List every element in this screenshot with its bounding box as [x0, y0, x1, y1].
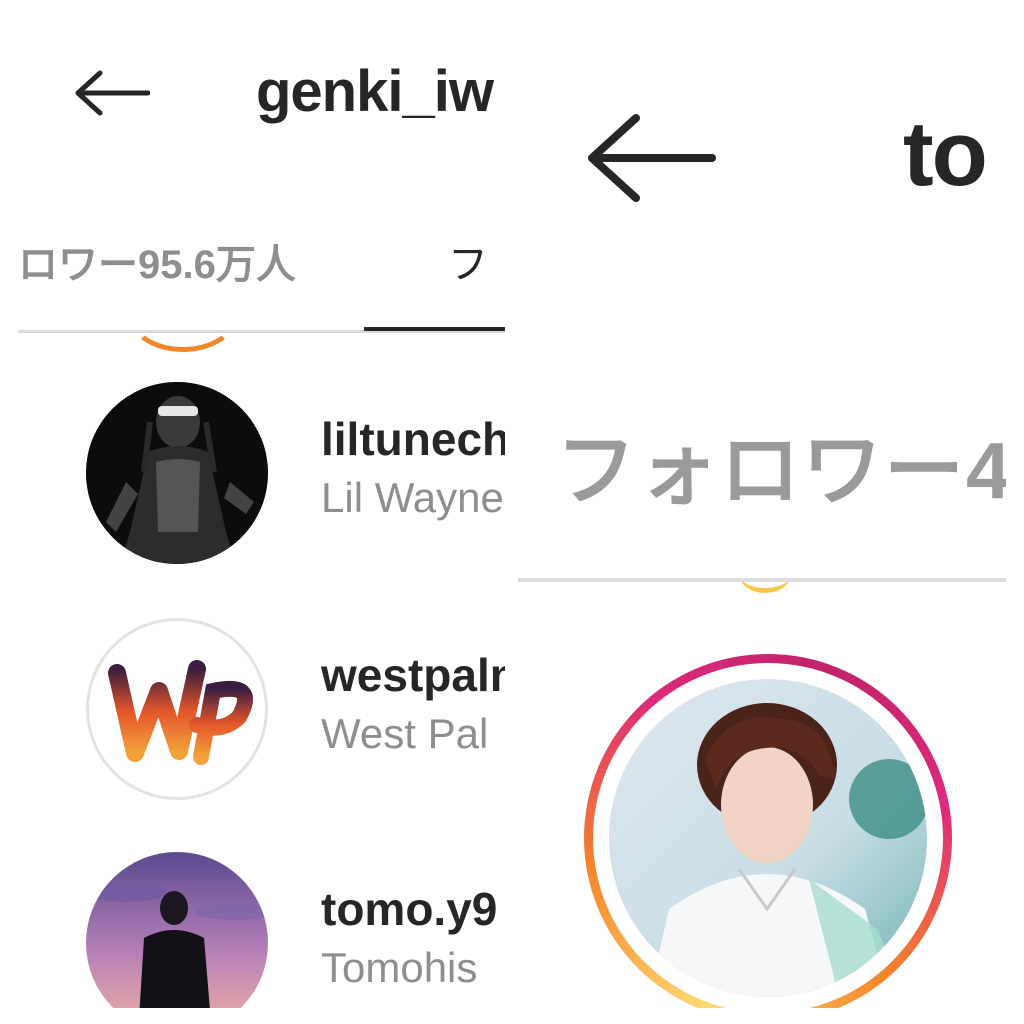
- right-screenshot-panel: to フォロワー4: [518, 18, 1006, 1008]
- avatar[interactable]: [86, 618, 268, 800]
- page-title: to: [903, 103, 988, 205]
- page-title: genki_iw: [256, 59, 494, 124]
- story-ring-inner: [593, 663, 943, 1008]
- tab-following[interactable]: フ: [448, 232, 488, 290]
- username[interactable]: westpalm: [321, 648, 505, 702]
- full-name: Lil Wayne: [321, 474, 504, 521]
- list-item[interactable]: westpalm West Pal: [86, 618, 505, 804]
- back-arrow-icon[interactable]: [586, 110, 716, 206]
- back-arrow-icon[interactable]: [74, 70, 150, 116]
- active-tab-indicator: [364, 327, 505, 331]
- avatar[interactable]: [86, 852, 268, 1008]
- username[interactable]: tomo.y9●: [321, 882, 505, 936]
- verified-badge-icon: ●: [503, 901, 505, 923]
- list-item[interactable]: liltunechi Lil Wayne: [86, 382, 505, 568]
- tab-followers[interactable]: ロワー95.6万人: [18, 232, 296, 290]
- left-screenshot-panel: genki_iw ロワー95.6万人 フ liltunechi Lil Wayn…: [18, 18, 505, 1008]
- story-ring-peek: [740, 558, 790, 593]
- story-ring[interactable]: [584, 654, 952, 1008]
- full-name: Tomohis: [321, 944, 478, 991]
- tab-followers[interactable]: フォロワー4: [556, 406, 1006, 522]
- full-name: West Pal: [321, 710, 489, 757]
- avatar[interactable]: [86, 382, 268, 564]
- username[interactable]: liltunechi: [321, 412, 505, 466]
- tab-divider: [518, 578, 1006, 582]
- list-item[interactable]: tomo.y9● Tomohis: [86, 852, 505, 1008]
- avatar[interactable]: [609, 679, 927, 997]
